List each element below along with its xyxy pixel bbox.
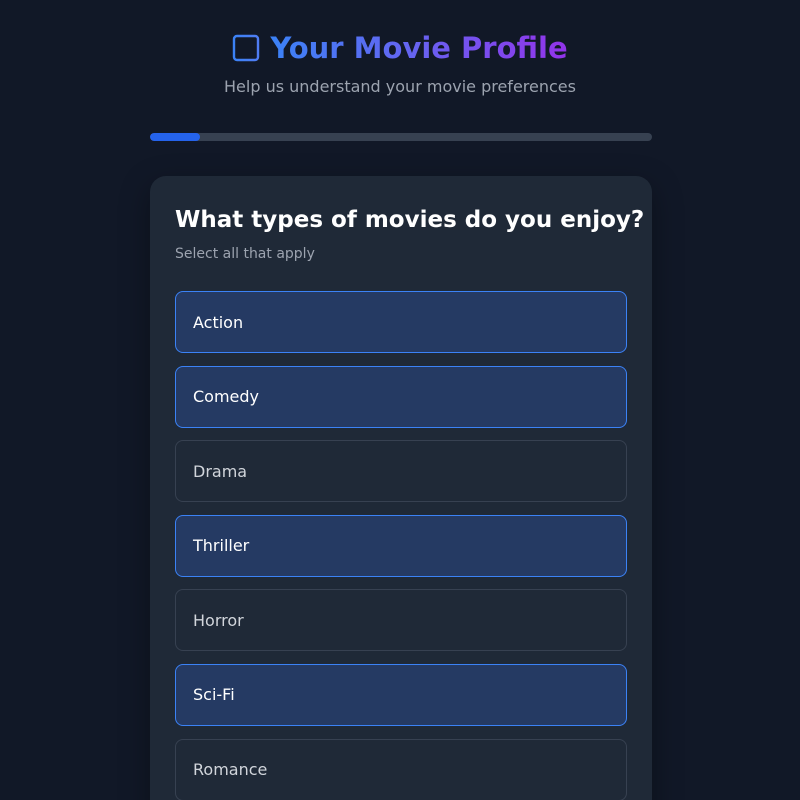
- question-card: What types of movies do you enjoy? Selec…: [150, 176, 652, 800]
- film-icon: [232, 34, 260, 62]
- header: Your Movie Profile Help us understand yo…: [0, 28, 800, 96]
- page: Your Movie Profile Help us understand yo…: [0, 0, 800, 800]
- option-label: Drama: [193, 461, 248, 481]
- option-label: Sci-Fi: [193, 685, 235, 705]
- title-row: Your Movie Profile: [0, 28, 800, 68]
- option-label: Horror: [193, 610, 244, 630]
- option-horror[interactable]: Horror: [175, 589, 627, 652]
- question-hint: Select all that apply: [175, 246, 315, 262]
- option-action[interactable]: Action: [175, 291, 627, 353]
- option-sci-fi[interactable]: Sci-Fi: [175, 663, 627, 726]
- option-label: Romance: [193, 760, 268, 780]
- option-thriller[interactable]: Thriller: [175, 514, 627, 577]
- option-romance[interactable]: Romance: [175, 738, 627, 800]
- option-label: Comedy: [193, 387, 260, 407]
- progress-bar: [150, 133, 652, 141]
- options-list: Action Comedy Drama Thriller Horror Sci-…: [175, 291, 627, 800]
- page-title: Your Movie Profile: [270, 28, 567, 68]
- option-drama[interactable]: Drama: [175, 440, 627, 503]
- option-comedy[interactable]: Comedy: [175, 365, 627, 428]
- option-label: Thriller: [193, 536, 250, 556]
- option-label: Action: [193, 312, 244, 332]
- question-title: What types of movies do you enjoy?: [175, 207, 645, 233]
- progress-fill: [150, 133, 201, 141]
- page-subtitle: Help us understand your movie preference…: [224, 77, 576, 96]
